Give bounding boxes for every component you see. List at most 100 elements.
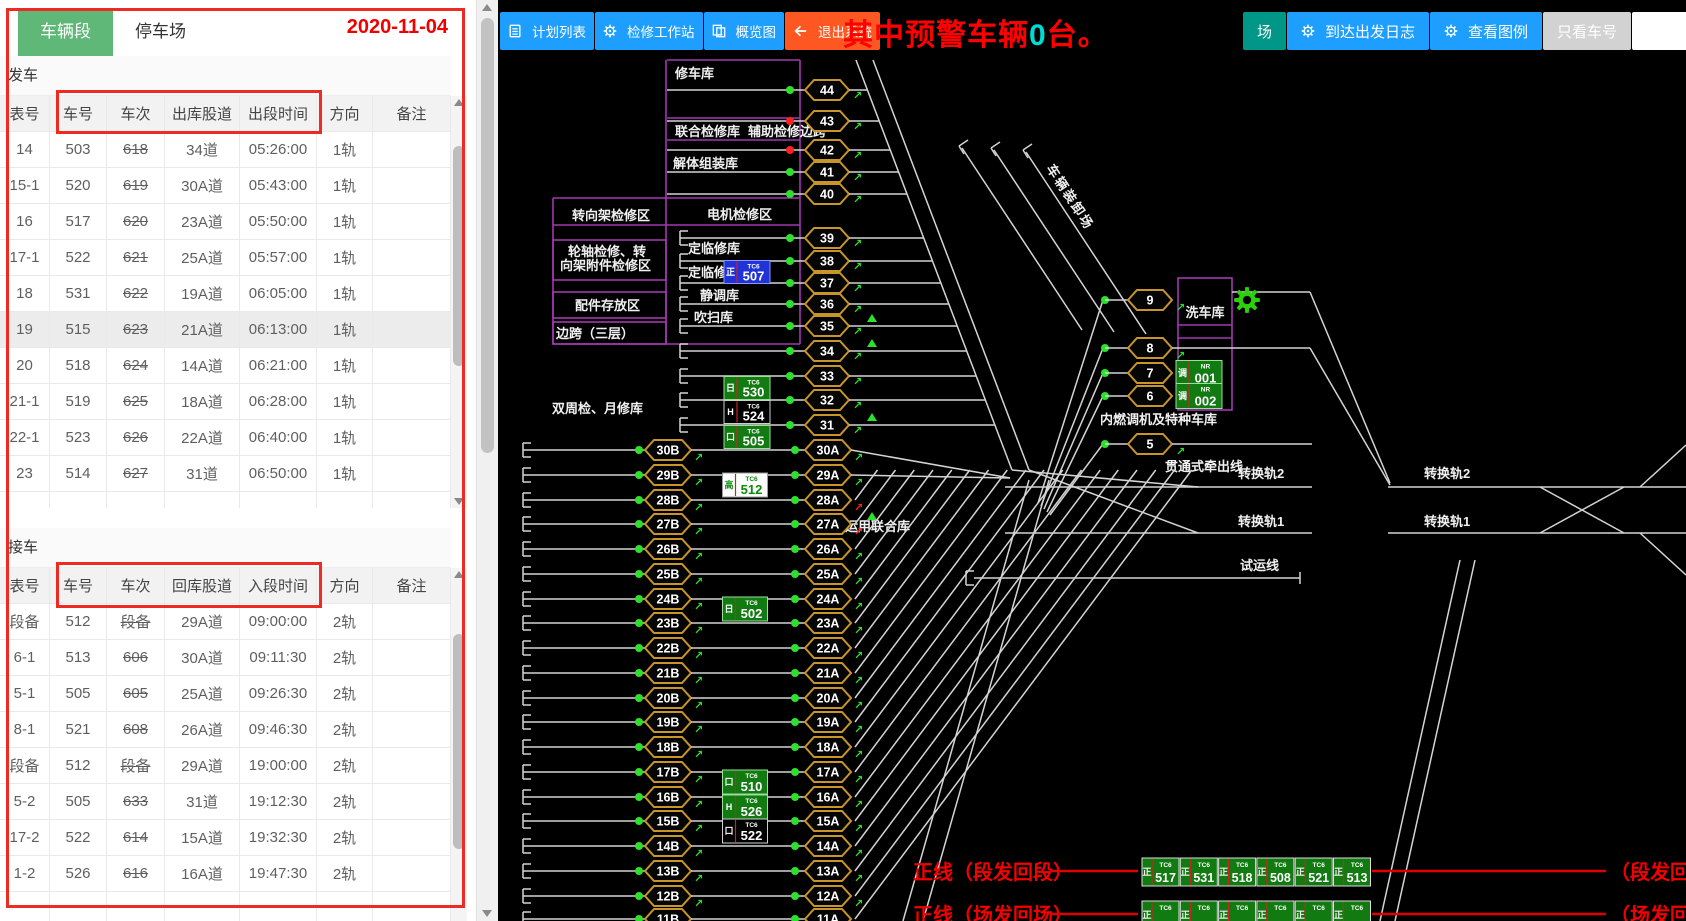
table-cell [373,892,451,921]
svg-text:↗: ↗ [854,700,863,712]
toolbar-button-概览图[interactable]: 概览图 [704,12,785,50]
table-cell [373,784,451,820]
column-header: 表号 [0,96,50,132]
column-header: 表号 [0,568,50,604]
table-cell: 515 [50,312,107,348]
table-row[interactable]: 6-151360630A道09:11:302轨 [0,640,451,676]
table-row[interactable]: 2351462731道06:50:001轨 [0,456,451,492]
svg-text:27A: 27A [817,518,840,532]
svg-text:↗: ↗ [854,650,863,662]
table-cell: 1轨 [317,420,373,456]
svg-text:H: H [727,407,734,417]
table-header: 表号车号车次回库股道入段时间方向备注 [0,568,451,604]
table-row[interactable]: 1951562321A道06:13:001轨 [0,312,451,348]
toolbar-button-到达出发日志[interactable]: 到达出发日志 [1287,12,1429,50]
svg-text:日: 日 [724,604,733,614]
svg-text:↗: ↗ [694,848,703,860]
toolbar-button-blank[interactable] [1632,12,1686,50]
table-cell: 2轨 [317,604,373,640]
table-cell: 段备 [107,748,165,784]
svg-text:↗: ↗ [854,551,863,563]
table-row[interactable]: 1651762023A道05:50:001轨 [0,204,451,240]
toolbar-button-查看图例[interactable]: 查看图例 [1430,12,1542,50]
svg-text:↗: ↗ [694,551,703,563]
table-cell: 21-1 [0,384,50,420]
tab-parking-lot[interactable]: 停车场 [113,8,208,56]
svg-text:正: 正 [1257,910,1266,920]
table-cell: 19:00:00 [240,748,317,784]
depart-section-title: 发车 [0,56,451,96]
toolbar-button-场[interactable]: 场 [1243,12,1286,50]
table-cell: 522 [50,820,107,856]
table-cell [373,640,451,676]
table-cell: 19:12:30 [240,784,317,820]
svg-text:↗: ↗ [853,400,862,412]
table-cell: 626 [107,420,165,456]
column-header: 回库股道 [165,568,240,604]
svg-text:44: 44 [820,84,834,98]
depart-table-scrollbar[interactable] [451,96,467,508]
svg-text:33: 33 [820,370,834,384]
toolbar-button-检修工作站[interactable]: 检修工作站 [595,12,703,50]
table-row[interactable] [0,492,451,508]
table-row[interactable]: 21-151962518A道06:28:001轨 [0,384,451,420]
table-cell: 619 [107,168,165,204]
table-cell: 29A道 [165,604,240,640]
svg-text:吹扫库: 吹扫库 [694,310,733,325]
svg-text:↗: ↗ [854,873,863,885]
toolbar-button-只看车号[interactable]: 只看车号 [1543,12,1631,50]
table-cell: 620 [107,204,165,240]
column-header: 出段时间 [240,96,317,132]
table-row[interactable]: 17-252261415A道19:32:302轨 [0,820,451,856]
svg-text:（段发回场）: （段发回场） [1610,860,1686,884]
svg-text:口: 口 [724,826,733,836]
table-cell: 20 [0,348,50,384]
table-cell: 505 [50,676,107,712]
table-row[interactable]: 1450361834道05:26:001轨 [0,132,451,168]
table-cell: 22A道 [165,420,240,456]
svg-text:18A: 18A [817,741,840,755]
table-cell: 31道 [165,456,240,492]
svg-text:↗: ↗ [694,898,703,910]
pages-icon [712,24,731,38]
table-row[interactable]: 1-252661616A道19:47:302轨 [0,856,451,892]
table-cell: 30A道 [165,640,240,676]
svg-text:42: 42 [820,144,834,158]
table-row[interactable]: 段备512段备29A道19:00:002轨 [0,748,451,784]
arrive-table-scrollbar[interactable] [451,568,467,921]
table-cell [240,492,317,508]
table-row[interactable]: 22-152362622A道06:40:001轨 [0,420,451,456]
table-row[interactable]: 15-152061930A道05:43:001轨 [0,168,451,204]
table-row[interactable]: 5-250563331道19:12:302轨 [0,784,451,820]
svg-text:13B: 13B [657,865,680,879]
back-icon [793,24,813,38]
table-row[interactable]: 1853162219A道06:05:001轨 [0,276,451,312]
table-cell: 05:43:00 [240,168,317,204]
table-cell: 621 [107,240,165,276]
svg-text:38: 38 [820,255,834,269]
table-row[interactable]: 17-152262125A道05:57:001轨 [0,240,451,276]
toolbar-button-计划列表[interactable]: 计划列表 [500,12,594,50]
svg-text:29B: 29B [657,469,680,483]
table-row[interactable] [0,892,451,921]
table-cell [107,892,165,921]
tab-depot[interactable]: 车辆段 [18,8,113,56]
svg-text:正: 正 [1296,910,1305,920]
table-row[interactable]: 5-150560525A道09:26:302轨 [0,676,451,712]
svg-text:↗: ↗ [694,724,703,736]
svg-text:20A: 20A [817,692,840,706]
table-row[interactable]: 段备512段备29A道09:00:002轨 [0,604,451,640]
table-row[interactable]: 2051862414A道06:21:001轨 [0,348,451,384]
column-header: 方向 [317,568,373,604]
table-cell: 520 [50,168,107,204]
table-cell: 2轨 [317,748,373,784]
svg-text:TC6: TC6 [1236,905,1249,912]
table-cell: 1轨 [317,132,373,168]
table-cell: 16 [0,204,50,240]
panel-scrollbar[interactable] [476,0,498,921]
svg-text:14B: 14B [657,840,680,854]
table-cell [165,492,240,508]
svg-text:518: 518 [1232,871,1253,885]
table-row[interactable]: 8-152160826A道09:46:302轨 [0,712,451,748]
svg-text:15B: 15B [657,815,680,829]
